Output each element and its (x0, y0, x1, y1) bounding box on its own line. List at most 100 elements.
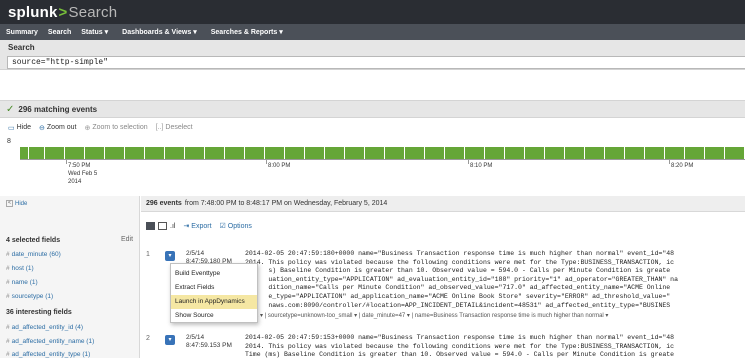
timeline-bar[interactable] (665, 147, 684, 159)
event-actions-button[interactable]: ▾ (165, 251, 175, 261)
timeline-bar[interactable] (225, 147, 244, 159)
top-bar: splunk>Search (0, 0, 745, 24)
timeline-bar[interactable] (305, 147, 324, 159)
timeline-bar[interactable] (725, 147, 744, 159)
zoom-to-selection-button[interactable]: ⊕ Zoom to selection (84, 124, 147, 132)
timeline-bar[interactable] (485, 147, 504, 159)
menu-dashboards-views[interactable]: Dashboards & Views ▾ (122, 28, 197, 36)
timeline-bar[interactable] (65, 147, 84, 159)
timeline-bar[interactable] (325, 147, 344, 159)
timeline-histogram[interactable]: 8 7:50 PM Wed Feb 5 2014 8:00 PM 8:10 PM… (0, 133, 745, 195)
zoom-out-button[interactable]: ⊖ Zoom out (39, 124, 76, 132)
timeline-bar[interactable] (385, 147, 404, 159)
menu-searches-reports[interactable]: Searches & Reports ▾ (211, 28, 283, 36)
collapse-icon: ▭ (8, 124, 15, 132)
field-link[interactable]: # ad_affected_entity_type (1) (6, 351, 90, 358)
timeline-bar[interactable] (465, 147, 484, 159)
search-input[interactable]: source="http-simple" (7, 56, 745, 69)
timeline-bar[interactable] (285, 147, 304, 159)
timeline-hide-button[interactable]: ▭ Hide (8, 124, 31, 132)
menu-search[interactable]: Search (48, 29, 71, 36)
results-header: 296 events from 7:48:00 PM to 8:48:17 PM… (141, 196, 745, 212)
timeline-bar[interactable] (365, 147, 384, 159)
timeline-bar[interactable] (705, 147, 724, 159)
timeline-bar[interactable] (625, 147, 644, 159)
deselect-button[interactable]: [..] Deselect (156, 124, 193, 131)
menu-summary[interactable]: Summary (6, 29, 38, 36)
sidebar-hide-button[interactable]: < Hide (6, 200, 27, 207)
chart-view-icon[interactable]: .ıl (170, 223, 175, 230)
timeline-bar[interactable] (245, 147, 264, 159)
collapse-left-icon: < (6, 200, 13, 207)
timeline-label-820: 8:20 PM (671, 163, 694, 169)
menu-extract-fields[interactable]: Extract Fields (171, 281, 257, 295)
field-link[interactable]: # name (1) (6, 279, 38, 286)
table-view-icon[interactable] (158, 222, 167, 230)
timeline-bar[interactable] (605, 147, 624, 159)
field-link[interactable]: # date_minute (60) (6, 251, 61, 258)
options-button[interactable]: ☑ Options (220, 222, 252, 230)
timeline-bar[interactable] (445, 147, 464, 159)
timeline-bar[interactable] (185, 147, 204, 159)
chevron-down-icon: ▾ (279, 29, 283, 36)
timeline-bar[interactable] (165, 147, 184, 159)
menu-dashboards-label: Dashboards & Views (122, 29, 192, 36)
numeric-field-icon: # (6, 351, 10, 358)
field-link[interactable]: # ad_affected_entity_id (4) (6, 324, 83, 331)
timeline-bar[interactable] (45, 147, 64, 159)
timeline-bar[interactable] (645, 147, 664, 159)
menu-build-eventtype[interactable]: Build Eventtype (171, 267, 257, 281)
event-raw-text: 2014-02-05 20:47:59:153+0000 name="Busin… (245, 334, 675, 358)
numeric-field-icon: # (6, 279, 10, 286)
chevron-down-icon: ▾ (104, 29, 109, 36)
timeline-bar[interactable] (105, 147, 124, 159)
list-view-icon[interactable] (146, 222, 155, 230)
event-number: 2 (146, 335, 150, 342)
timeline-label-day: Wed Feb 5 (68, 171, 98, 177)
edit-fields-link[interactable]: Edit (121, 236, 133, 243)
timeline-label-800: 8:00 PM (268, 163, 291, 169)
menu-show-source[interactable]: Show Source (171, 309, 257, 323)
timeline-bar[interactable] (125, 147, 144, 159)
field-link[interactable]: # ad_affected_entity_name (1) (6, 338, 94, 345)
timeline-bar[interactable] (525, 147, 544, 159)
timeline-tick (266, 160, 267, 164)
field-name: ad_affected_entity_id (4) (11, 324, 84, 331)
timeline-controls: ▭ Hide ⊖ Zoom out ⊕ Zoom to selection [..] D… (0, 122, 745, 133)
deselect-icon: [..] (155, 124, 164, 131)
timeline-bar[interactable] (425, 147, 444, 159)
timeline-bar[interactable] (685, 147, 704, 159)
timeline-bar[interactable] (505, 147, 524, 159)
options-icon: ☑ (219, 223, 226, 230)
export-button[interactable]: ⇥ Export (183, 222, 211, 230)
event-field-summary[interactable]: 0.0.1 ▾ | sourcetype=unknown-too_small ▾… (245, 312, 745, 319)
event-time: 8:47:59.153 PM (186, 342, 232, 349)
timeline-bar[interactable] (20, 147, 28, 159)
splunk-logo[interactable]: splunk>Search (8, 4, 117, 21)
field-link[interactable]: # sourcetype (1) (6, 293, 53, 300)
numeric-field-icon: # (6, 338, 10, 345)
event-number: 1 (146, 251, 150, 258)
timeline-bar[interactable] (405, 147, 424, 159)
timeline-bar[interactable] (145, 147, 164, 159)
selected-fields-header: 4 selected fields (6, 237, 61, 244)
deselect-label: Deselect (165, 124, 193, 131)
timeline-bar[interactable] (565, 147, 584, 159)
event-actions-button[interactable]: ▾ (165, 335, 175, 345)
timeline-bar[interactable] (29, 147, 44, 159)
timeline-bar[interactable] (265, 147, 284, 159)
field-link[interactable]: # host (1) (6, 265, 34, 272)
search-section: Search source="http-simple" (0, 40, 745, 70)
timeline-label-start: 7:50 PM Wed Feb 5 2014 (68, 162, 97, 186)
numeric-field-icon: # (6, 251, 10, 258)
timeline-bar[interactable] (585, 147, 604, 159)
timeline-bar[interactable] (345, 147, 364, 159)
menu-status[interactable]: Status ▾ (81, 28, 108, 36)
brand-separator: > (58, 3, 68, 21)
menu-launch-appdynamics[interactable]: Launch in AppDynamics (171, 295, 257, 309)
field-name: host (1) (11, 265, 34, 272)
timeline-bar[interactable] (85, 147, 104, 159)
timeline-bar[interactable] (205, 147, 224, 159)
timeline-bar[interactable] (545, 147, 564, 159)
event-date: 2/5/14 (186, 250, 205, 257)
